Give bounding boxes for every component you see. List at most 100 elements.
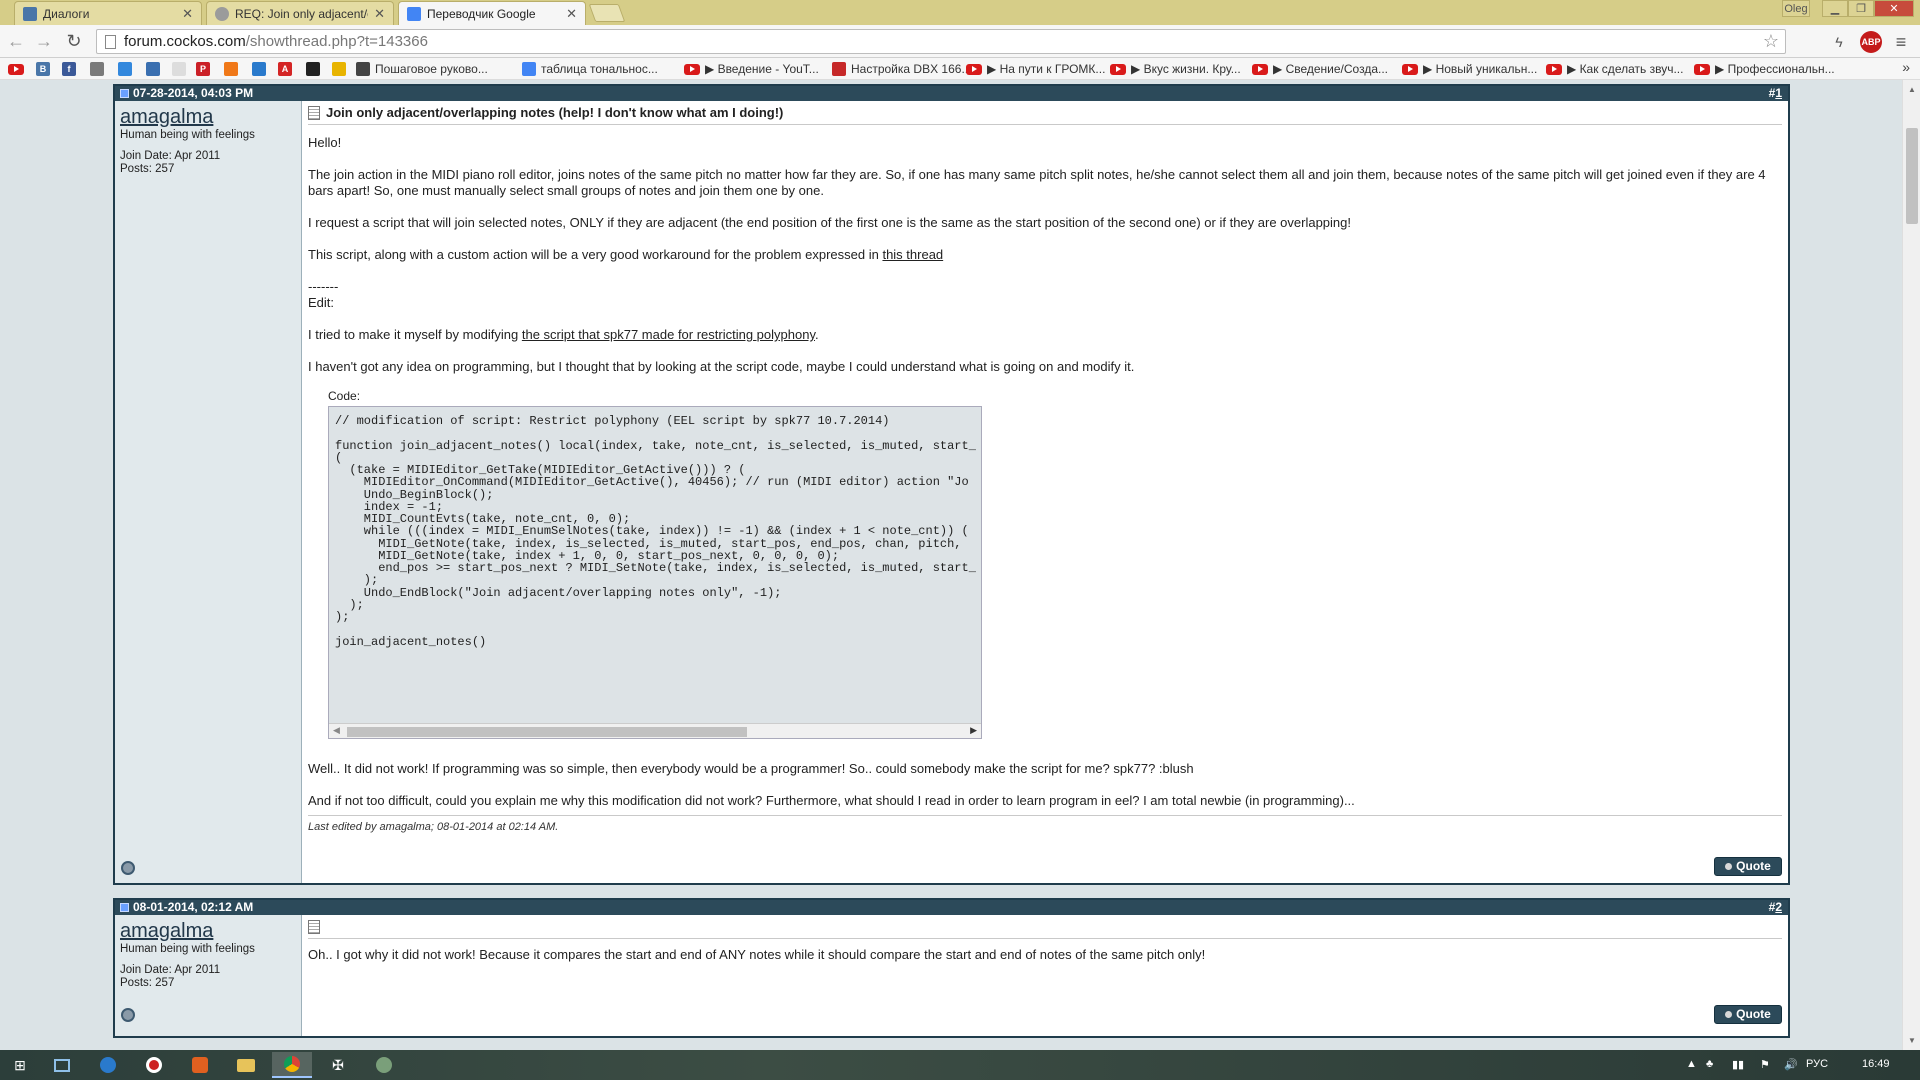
bookmark-label: ▶ Как сделать звуч... (1567, 62, 1684, 76)
bookmark-item[interactable] (118, 61, 137, 77)
spk77-script-link[interactable]: the script that spk77 made for restricti… (522, 327, 815, 342)
youtube-icon (1402, 63, 1418, 75)
bookmark-item[interactable]: ▶ Введение - YouT... (684, 61, 819, 77)
forward-icon[interactable]: → (32, 30, 56, 54)
start-button[interactable]: ⊞ (0, 1052, 40, 1078)
youtube-icon (8, 63, 24, 75)
bookmark-item[interactable]: ▶ Профессиональн... (1694, 61, 1835, 77)
separator-text: ------- (308, 279, 339, 294)
post: 08-01-2014, 02:12 AM #2 amagalma Human b… (113, 898, 1790, 1038)
scroll-left-icon[interactable]: ◀ (333, 725, 340, 736)
bookmark-item[interactable]: ▶ На пути к ГРОМК... (966, 61, 1105, 77)
language-indicator[interactable]: РУС (1806, 1058, 1828, 1070)
adblock-icon[interactable]: ABP (1860, 31, 1882, 53)
tool-app-icon[interactable] (180, 1052, 220, 1078)
close-window-icon[interactable]: ✕ (1874, 0, 1914, 17)
scroll-down-icon[interactable]: ▼ (1908, 1036, 1916, 1045)
bookmark-item[interactable]: ▶ Сведение/Созда... (1252, 61, 1388, 77)
username-link[interactable]: amagalma (120, 920, 296, 943)
post-title (308, 919, 1782, 939)
close-icon[interactable]: ✕ (182, 6, 193, 22)
profile-button[interactable]: Oleg (1782, 0, 1810, 17)
lightning-app-icon[interactable] (88, 1052, 128, 1078)
bookmark-item[interactable] (172, 61, 191, 77)
close-icon[interactable]: ✕ (374, 6, 385, 22)
bookmark-item[interactable]: B (36, 61, 55, 77)
youtube-icon (684, 63, 700, 75)
bookmark-favicon-icon (252, 62, 266, 76)
bookmark-item[interactable] (8, 61, 29, 77)
close-icon[interactable]: ✕ (566, 6, 577, 22)
opera-icon[interactable] (134, 1052, 174, 1078)
username-link[interactable]: amagalma (120, 106, 296, 129)
tab-label: Переводчик Google (427, 6, 536, 21)
bookmark-item[interactable] (332, 61, 351, 77)
bookmark-item[interactable]: Настройка DBX 166... (832, 61, 971, 77)
flag-icon[interactable]: ⚑ (1760, 1058, 1770, 1071)
scroll-right-icon[interactable]: ▶ (970, 725, 977, 736)
bookmark-favicon-icon: f (62, 62, 76, 76)
back-icon[interactable]: ← (4, 30, 28, 54)
bookmark-item[interactable]: ▶ Как сделать звуч... (1546, 61, 1683, 77)
code-horizontal-scrollbar[interactable]: ◀ ▶ (329, 723, 981, 738)
post-paragraph: I tried to make it myself by modifying t… (308, 327, 1782, 343)
tab-forum-thread[interactable]: REQ: Join only adjacent/o ✕ (206, 1, 394, 25)
horns-app-icon[interactable]: ✠ (318, 1052, 358, 1078)
quote-button[interactable]: Quote (1714, 1005, 1782, 1024)
restore-icon[interactable]: ❐ (1848, 0, 1874, 17)
code-box[interactable]: // modification of script: Restrict poly… (328, 406, 982, 739)
bookmark-label: Настройка DBX 166... (851, 62, 972, 76)
cubase-app-icon[interactable] (364, 1052, 404, 1078)
bookmark-item[interactable]: Пошаговое руково... (356, 61, 488, 77)
post-number-link[interactable]: 2 (1775, 900, 1782, 914)
this-thread-link[interactable]: this thread (882, 247, 943, 262)
volume-icon[interactable]: 🔊 (1784, 1058, 1798, 1071)
last-edited-note: Last edited by amagalma; 08-01-2014 at 0… (308, 815, 1782, 833)
window-app-icon[interactable] (42, 1052, 82, 1078)
tab-google-translate[interactable]: Переводчик Google ✕ (398, 1, 586, 25)
tray-app-icon[interactable]: ♣ (1706, 1058, 1713, 1070)
bookmark-item[interactable] (224, 61, 243, 77)
new-tab-button[interactable] (588, 4, 626, 22)
bookmark-item[interactable]: A (278, 61, 297, 77)
scrollbar-thumb[interactable] (347, 727, 747, 737)
minimize-icon[interactable]: ▁ (1822, 0, 1848, 17)
bookmark-star-icon[interactable]: ☆ (1763, 31, 1779, 52)
page-vertical-scrollbar[interactable]: ▲ ▼ (1902, 80, 1920, 1050)
tab-dialogs[interactable]: Диалоги ✕ (14, 1, 202, 25)
post-count: Posts: 257 (120, 163, 175, 175)
post-date: 08-01-2014, 02:12 AM (133, 900, 254, 914)
bookmark-item[interactable]: ▶ Вкус жизни. Кру... (1110, 61, 1241, 77)
address-bar[interactable]: forum.cockos.com/showthread.php?t=143366… (96, 29, 1786, 54)
file-explorer-icon[interactable] (226, 1052, 266, 1078)
scrollbar-thumb[interactable] (1906, 128, 1918, 224)
bookmark-item[interactable]: ▶ Новый уникальн... (1402, 61, 1537, 77)
bookmark-item[interactable]: f (62, 61, 81, 77)
tray-expand-icon[interactable]: ▲ (1686, 1058, 1697, 1070)
post-number[interactable]: #1 (1769, 86, 1782, 101)
bookmark-item[interactable] (146, 61, 165, 77)
scroll-up-icon[interactable]: ▲ (1908, 85, 1916, 94)
more-bookmarks-icon[interactable]: » (1902, 59, 1910, 75)
clock[interactable]: 16:49 (1862, 1058, 1890, 1070)
bookmarks-bar: Bf P A Пошаговое руково... таблица тональнос… (0, 58, 1920, 80)
bookmark-item[interactable] (306, 61, 325, 77)
reload-icon[interactable]: ↻ (62, 30, 86, 54)
menu-icon[interactable]: ≡ (1890, 31, 1912, 53)
bookmark-item[interactable]: таблица тональнос... (522, 61, 658, 77)
post-number[interactable]: #2 (1769, 900, 1782, 915)
post-number-link[interactable]: 1 (1775, 86, 1782, 100)
url-host: forum.cockos.com (124, 33, 246, 50)
chrome-icon[interactable] (272, 1052, 312, 1078)
tray-network-icon[interactable]: ▮▮ (1732, 1058, 1744, 1071)
lightning-extension-icon[interactable]: ϟ (1828, 31, 1850, 53)
bookmark-favicon-icon: P (196, 62, 210, 76)
bookmark-item[interactable] (252, 61, 271, 77)
bookmark-item[interactable]: P (196, 61, 215, 77)
post-header: 08-01-2014, 02:12 AM #2 (115, 900, 1788, 915)
user-title: Human being with feelings (120, 943, 255, 955)
bookmark-item[interactable] (90, 61, 109, 77)
quote-button[interactable]: Quote (1714, 857, 1782, 876)
code-text[interactable]: // modification of script: Restrict poly… (329, 407, 981, 723)
bookmark-label: ▶ Сведение/Созда... (1273, 62, 1389, 76)
